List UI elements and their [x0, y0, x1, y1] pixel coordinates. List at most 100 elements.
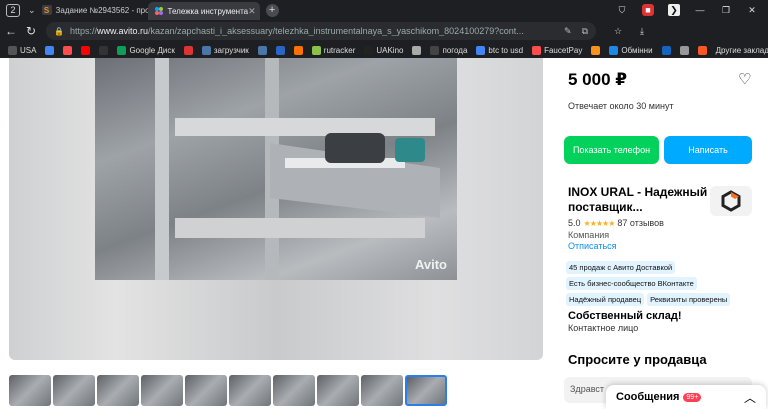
tab-avito[interactable]: Тележка инструмента ✕ [147, 2, 260, 20]
seller-rating[interactable]: 5.0 ★★★★★ 87 отзывов [568, 218, 664, 228]
bookmark-item[interactable]: FaucetPay [532, 45, 582, 55]
gallery-thumbnail[interactable] [53, 375, 95, 406]
bookmark-item[interactable]: Google Диск [117, 45, 175, 55]
bookmark-item[interactable]: UAKino [364, 45, 403, 55]
bookmark-label: Google Диск [129, 45, 175, 55]
gallery-thumbnail[interactable] [273, 375, 315, 406]
bookmark-item[interactable] [257, 45, 267, 55]
bookmark-item[interactable] [99, 45, 109, 55]
sp-favicon-icon: S [41, 5, 52, 15]
photo-gallery[interactable]: Avito [9, 58, 543, 360]
gallery-thumbnail[interactable] [317, 375, 359, 406]
seller-name[interactable]: INOX URAL - Надежный поставщик... [568, 185, 708, 215]
other-bookmarks[interactable]: Другие закладки [716, 46, 768, 55]
tab-close-icon[interactable]: ✕ [248, 6, 256, 17]
minimize-icon[interactable]: — [694, 4, 706, 16]
rating-stars-icon: ★★★★★ [583, 218, 616, 228]
messages-widget[interactable]: Сообщения 99+ ︿ [606, 385, 766, 409]
main-photo[interactable]: Avito [95, 58, 457, 280]
bookmark-favicon-icon [257, 45, 267, 55]
bookmark-item[interactable]: Обмінни [609, 45, 653, 55]
bookmark-item[interactable] [679, 45, 689, 55]
bookmark-favicon-icon [293, 45, 303, 55]
gallery-thumbnail[interactable] [141, 375, 183, 406]
url-prefix: https:// [69, 26, 97, 36]
bookmark-item[interactable] [661, 45, 671, 55]
reviews-count: 87 отзывов [617, 218, 664, 228]
gallery-thumbnail[interactable] [97, 375, 139, 406]
extension-icon[interactable]: ■ [642, 4, 654, 16]
bookmark-label: загрузчик [213, 45, 249, 55]
tab-strip: 2 ⌄ S Задание №2943562 - про Тележка инс… [0, 0, 768, 20]
avito-favicon-icon [154, 6, 164, 16]
bookmark-favicon-icon [99, 45, 109, 55]
tab-list-chevron-icon[interactable]: ⌄ [28, 5, 36, 16]
url-path: /kazan/zapchasti_i_aksessuary/telezhka_i… [148, 26, 524, 36]
bookmark-favicon-icon [45, 45, 55, 55]
bookmark-label: USA [20, 45, 37, 55]
bookmark-favicon-icon [275, 45, 285, 55]
gallery-thumbnail[interactable] [361, 375, 403, 406]
bookmark-favicon-icon [430, 45, 440, 55]
bookmark-item[interactable] [45, 45, 55, 55]
chevron-up-icon[interactable]: ︿ [744, 389, 756, 406]
page-content: Avito 5 000 ₽ ♡ Отвечает около 30 минут … [0, 58, 768, 409]
new-tab-button[interactable]: + [265, 3, 279, 17]
copy-icon[interactable]: ⧉ [582, 26, 588, 37]
tab-task[interactable]: S Задание №2943562 - про [36, 0, 148, 20]
bookmark-item[interactable]: загрузчик [201, 45, 249, 55]
favorite-heart-icon[interactable]: ♡ [738, 70, 751, 88]
bookmark-item[interactable]: btc to usd [476, 45, 524, 55]
url-input[interactable]: 🔒 https:// www.avito.ru /kazan/zapchasti… [46, 22, 596, 40]
bookmark-favicon-icon [661, 45, 671, 55]
bookmarks-icon[interactable]: ❯ [668, 4, 680, 16]
url-domain: www.avito.ru [96, 26, 149, 36]
messages-count-badge: 99+ [683, 392, 702, 402]
close-window-icon[interactable]: ✕ [746, 4, 758, 16]
seller-badges: 45 продаж с Авито Доставкой Есть бизнес-… [566, 261, 756, 306]
bookmark-item[interactable] [81, 45, 91, 55]
seller-logo-icon[interactable] [710, 186, 752, 216]
bookmark-item[interactable]: rutracker [311, 45, 356, 55]
gallery-thumbnail[interactable] [229, 375, 271, 406]
download-icon[interactable]: ⤓ [636, 25, 648, 37]
response-time: Отвечает около 30 минут [568, 101, 674, 111]
write-message-button[interactable]: Написать [664, 136, 752, 164]
bookmark-item[interactable] [293, 45, 303, 55]
price: 5 000 ₽ [568, 70, 628, 89]
contact-person: Контактное лицо [568, 323, 639, 333]
bookmark-label: btc to usd [488, 45, 524, 55]
unsubscribe-link[interactable]: Отписаться [568, 241, 617, 251]
badge: Надёжный продавец [566, 293, 645, 306]
gallery-thumbnail[interactable] [405, 375, 447, 406]
own-warehouse-title: Собственный склад! [568, 310, 682, 322]
shield-icon[interactable]: ⛉ [616, 4, 628, 16]
bookmark-favicon-icon [201, 45, 211, 55]
seller-type: Компания [568, 230, 610, 240]
thumbnail-strip [9, 375, 447, 407]
bookmark-item[interactable] [275, 45, 285, 55]
bookmark-star-icon[interactable]: ☆ [612, 25, 624, 37]
badge: Есть бизнес-сообщество ВКонтакте [566, 277, 697, 290]
bookmark-item[interactable] [412, 45, 422, 55]
bookmark-favicon-icon [609, 45, 619, 55]
back-icon[interactable]: ← [2, 24, 20, 38]
bookmark-favicon-icon [8, 45, 17, 55]
bookmark-label: rutracker [323, 45, 356, 55]
gallery-thumbnail[interactable] [185, 375, 227, 406]
bookmark-item[interactable] [591, 45, 601, 55]
show-phone-button[interactable]: Показать телефон [564, 136, 659, 164]
bookmark-favicon-icon [679, 45, 689, 55]
bookmark-favicon-icon [183, 45, 193, 55]
bookmark-item[interactable] [183, 45, 193, 55]
restore-icon[interactable]: ❐ [720, 4, 732, 16]
bookmark-item[interactable] [63, 45, 73, 55]
messages-label: Сообщения [616, 391, 680, 403]
bookmark-item[interactable]: погода [430, 45, 467, 55]
bookmark-item[interactable] [697, 45, 707, 55]
tab-count-button[interactable]: 2 [6, 3, 20, 17]
bookmark-item[interactable]: USA [8, 45, 37, 55]
reload-icon[interactable]: ↻ [22, 24, 40, 38]
gallery-thumbnail[interactable] [9, 375, 51, 406]
pin-icon[interactable]: ✎ [564, 26, 572, 37]
